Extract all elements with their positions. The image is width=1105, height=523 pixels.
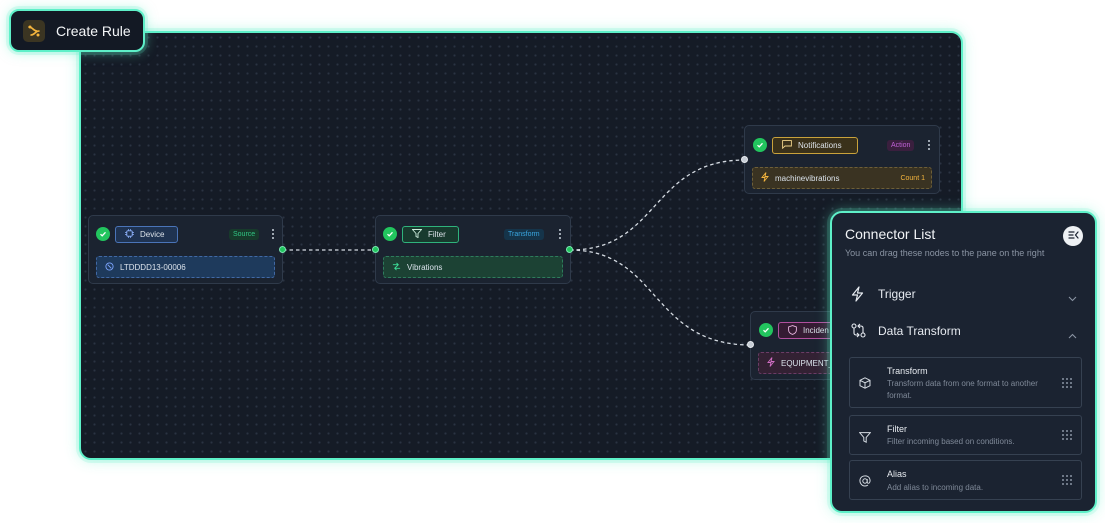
incident-node-value: EQUIPMENT_ <box>781 358 834 368</box>
device-node-body[interactable]: LTDDDD13-00006 <box>96 256 275 278</box>
connector-item-transform[interactable]: Transform Transform data from one format… <box>849 357 1082 408</box>
device-node-title: Device <box>140 230 165 239</box>
drag-handle-icon[interactable] <box>1062 475 1072 485</box>
panel-title: Connector List <box>845 226 936 242</box>
filter-node-title: Filter <box>428 230 446 239</box>
source-badge: Source <box>229 229 260 240</box>
chip-icon <box>125 229 134 240</box>
at-sign-icon <box>859 474 871 492</box>
notifications-input-handle[interactable] <box>741 156 748 163</box>
workflow-logo-icon <box>23 19 45 42</box>
page-title: Create Rule <box>56 22 131 39</box>
connector-item-filter[interactable]: Filter Filter incoming based on conditio… <box>849 415 1082 455</box>
drag-handle-icon[interactable] <box>1062 430 1072 440</box>
connector-item-description: Add alias to incoming data. <box>887 483 984 492</box>
device-output-handle[interactable] <box>279 246 286 253</box>
filter-icon <box>858 430 872 448</box>
data-transform-section[interactable]: Data Transform <box>845 321 1083 341</box>
chevron-down-icon <box>1068 289 1077 307</box>
trigger-section-label: Trigger <box>878 287 916 301</box>
lightning-icon <box>761 172 769 184</box>
incident-input-handle[interactable] <box>747 341 754 348</box>
action-badge: Action <box>887 140 915 151</box>
notifications-node-title: Notifications <box>798 141 842 150</box>
device-node-value: LTDDDD13-00006 <box>120 262 186 272</box>
incident-node-title: Inciden <box>803 326 829 335</box>
filter-input-handle[interactable] <box>372 246 379 253</box>
message-icon <box>782 140 792 151</box>
device-node-label[interactable]: Device <box>115 226 178 243</box>
connector-item-alias[interactable]: Alias Add alias to incoming data. <box>849 460 1082 500</box>
transform-icon <box>392 262 401 273</box>
filter-output-handle[interactable] <box>566 246 573 253</box>
filter-node-value: Vibrations <box>407 262 443 272</box>
check-icon <box>383 227 397 241</box>
filter-node-label[interactable]: Filter <box>402 226 459 243</box>
more-options-icon[interactable] <box>927 140 931 150</box>
connector-item-title: Alias <box>887 469 907 479</box>
chevron-up-icon <box>1068 326 1077 344</box>
create-rule-header: Create Rule <box>9 9 145 52</box>
drag-handle-icon[interactable] <box>1062 378 1072 388</box>
device-icon <box>105 261 114 273</box>
connector-item-title: Filter <box>887 424 907 434</box>
panel-subtitle: You can drag these nodes to the pane on … <box>845 248 1045 258</box>
lightning-icon <box>851 286 864 307</box>
more-options-icon[interactable] <box>558 229 562 239</box>
count-badge: Count 1 <box>900 174 925 182</box>
device-node[interactable]: Device Source LTDDDD13-00006 <box>88 215 283 284</box>
check-icon <box>759 323 773 337</box>
filter-node-body[interactable]: Vibrations <box>383 256 563 278</box>
collapse-panel-button[interactable] <box>1063 226 1083 246</box>
notifications-node-body[interactable]: machinevibrations Count 1 <box>752 167 932 189</box>
connector-item-description: Filter incoming based on conditions. <box>887 437 1015 446</box>
check-icon <box>753 138 767 152</box>
filter-icon <box>411 229 423 240</box>
connector-item-title: Transform <box>887 366 928 376</box>
collapse-icon <box>1067 227 1079 245</box>
more-options-icon[interactable] <box>271 229 275 239</box>
notifications-node[interactable]: Notifications Action machinevibrations C… <box>744 125 940 194</box>
shield-icon <box>788 324 797 337</box>
connector-list-panel[interactable]: Connector List You can drag these nodes … <box>830 211 1097 513</box>
check-icon <box>96 227 110 241</box>
notifications-node-label[interactable]: Notifications <box>772 137 858 154</box>
git-compare-icon <box>851 323 866 343</box>
transform-badge: Transform <box>504 229 544 240</box>
package-icon <box>859 376 871 394</box>
lightning-icon <box>767 357 775 369</box>
notifications-node-value: machinevibrations <box>775 173 840 183</box>
connector-item-description: Transform data from one format to anothe… <box>887 379 1038 400</box>
trigger-section[interactable]: Trigger <box>845 284 1083 304</box>
data-transform-section-label: Data Transform <box>878 324 961 338</box>
filter-node[interactable]: Filter Transform Vibrations <box>375 215 571 284</box>
